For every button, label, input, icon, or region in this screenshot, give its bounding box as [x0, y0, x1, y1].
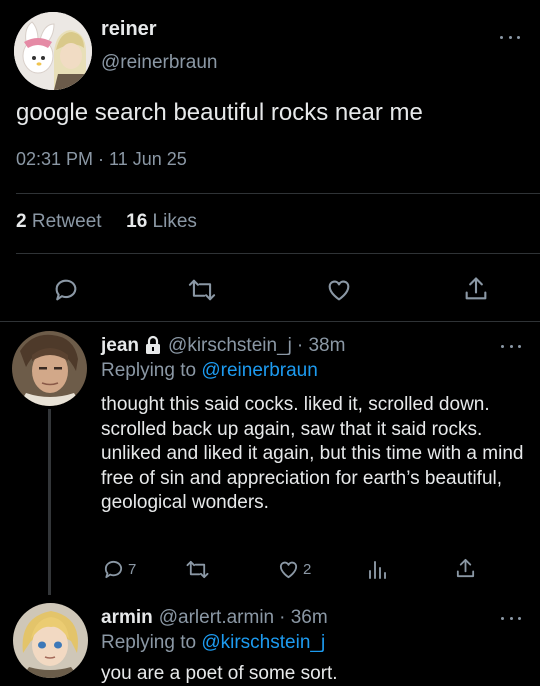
- retweet-label: Retweet: [31, 211, 102, 232]
- reply-icon: [55, 279, 77, 301]
- more-icon[interactable]: [500, 33, 520, 41]
- like-count: 2: [303, 561, 312, 578]
- tweet-stats: 2 Retweet 16 Likes: [16, 211, 197, 233]
- replying-to: Replying to @kirschstein_j: [101, 632, 325, 654]
- reply-time[interactable]: · 38m: [297, 335, 346, 357]
- like-button[interactable]: [325, 276, 353, 304]
- tweet-display-name[interactable]: reiner: [101, 18, 157, 41]
- likes-stat[interactable]: 16 Likes: [126, 211, 197, 232]
- heart-icon: [279, 561, 298, 579]
- replying-prefix: Replying to: [101, 632, 197, 653]
- reply-text: you are a poet of some sort.: [101, 663, 338, 684]
- reply-handle[interactable]: @arlert.armin: [159, 607, 274, 629]
- reply-count: 7: [128, 561, 137, 578]
- share-button[interactable]: [462, 275, 490, 303]
- retweet-icon: [188, 279, 216, 301]
- avatar-reiner[interactable]: [14, 12, 92, 90]
- replying-to-link[interactable]: @reinerbraun: [201, 360, 317, 381]
- retweet-button[interactable]: [187, 276, 217, 304]
- share-button[interactable]: [454, 557, 477, 580]
- thread-line: [48, 409, 51, 595]
- retweet-stat[interactable]: 2 Retweet: [16, 211, 102, 232]
- analytics-button[interactable]: [367, 558, 389, 581]
- reply-button[interactable]: [52, 276, 80, 304]
- retweet-icon: [186, 560, 209, 579]
- lock-icon: [146, 335, 161, 354]
- more-icon[interactable]: [501, 614, 521, 622]
- like-button[interactable]: 2: [277, 558, 311, 581]
- replying-to-link[interactable]: @kirschstein_j: [201, 632, 325, 653]
- divider: [0, 321, 540, 322]
- analytics-icon: [369, 561, 386, 579]
- reply-display-name[interactable]: jean: [101, 335, 139, 357]
- retweet-count: 2: [16, 211, 27, 232]
- tweet-timestamp[interactable]: 02:31 PM · 11 Jun 25: [16, 149, 187, 170]
- avatar-armin[interactable]: [13, 603, 88, 678]
- reply-display-name[interactable]: armin: [101, 607, 153, 629]
- replying-prefix: Replying to: [101, 360, 197, 381]
- reply-header: armin @arlert.armin · 36m: [101, 607, 328, 629]
- likes-count: 16: [126, 211, 148, 232]
- divider: [16, 193, 540, 194]
- reply-header: jean @kirschstein_j · 38m: [101, 335, 345, 357]
- share-icon: [465, 277, 487, 300]
- tweet-handle[interactable]: @reinerbraun: [101, 52, 217, 74]
- divider: [16, 253, 540, 254]
- reply-button[interactable]: 7: [102, 558, 136, 581]
- likes-label: Likes: [152, 211, 197, 232]
- share-icon: [456, 558, 475, 578]
- retweet-button[interactable]: [185, 558, 210, 581]
- more-icon[interactable]: [501, 342, 521, 350]
- tweet-text: google search beautiful rocks near me: [16, 99, 423, 126]
- replying-to: Replying to @reinerbraun: [101, 360, 318, 382]
- reply-handle[interactable]: @kirschstein_j: [168, 335, 292, 357]
- reply-text: thought this said cocks. liked it, scrol…: [101, 394, 524, 513]
- avatar-jean[interactable]: [12, 331, 87, 406]
- reply-icon: [104, 560, 123, 579]
- reply-time[interactable]: · 36m: [279, 607, 328, 629]
- heart-icon: [328, 280, 350, 301]
